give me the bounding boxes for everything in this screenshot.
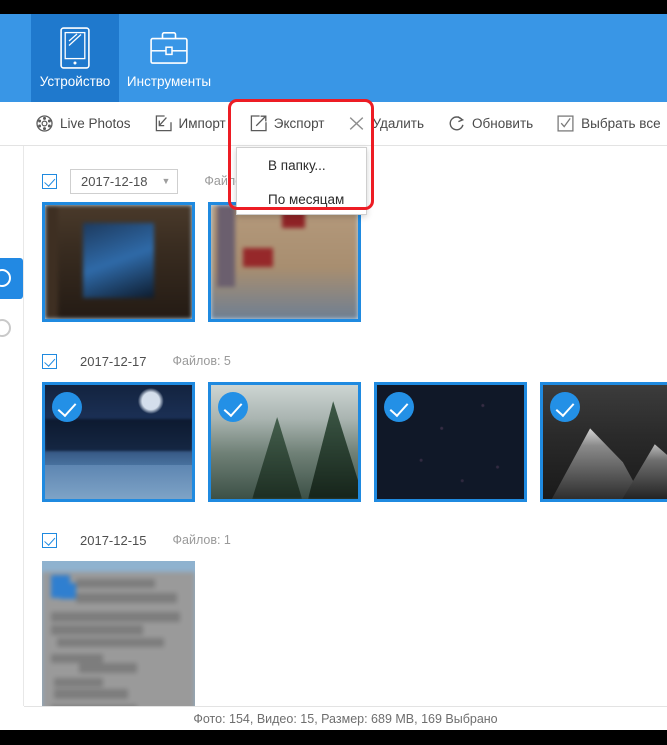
photo-browser: 2017-12-18 ▼ Файлов: 2 2017-12-17 Файлов… (24, 146, 667, 706)
thumbnail-row (24, 382, 667, 502)
statusbar-left-pad (0, 706, 24, 730)
thumbnail-row (24, 202, 667, 322)
group-header: 2017-12-15 Файлов: 1 (24, 529, 667, 551)
checkbox-icon (557, 115, 574, 132)
group-header: 2017-12-17 Файлов: 5 (24, 350, 667, 372)
toolbar-import-label: Импорт (178, 116, 226, 131)
group-checkbox-2017-12-15[interactable] (42, 532, 57, 548)
toolbar-live-photos[interactable]: Live Photos (36, 115, 131, 132)
group-date-label: 2017-12-15 (80, 532, 147, 548)
toolbar-delete-label: Удалить (372, 116, 425, 131)
sidebar-rail (0, 146, 24, 706)
selected-check-badge[interactable] (218, 392, 248, 422)
thumbnail-box[interactable] (208, 202, 361, 322)
toolbar-select-all[interactable]: Выбрать все (557, 115, 661, 132)
sidebar-icon-secondary (0, 319, 11, 337)
toolbar-refresh[interactable]: Обновить (448, 115, 533, 132)
thumbnail-image (42, 561, 195, 706)
toolbar-import[interactable]: Импорт (155, 115, 226, 132)
tab-tools-label: Инструменты (126, 74, 212, 89)
thumbnail-night-sky[interactable] (374, 382, 527, 502)
export-arrow-icon (250, 115, 267, 132)
menu-item-by-months[interactable]: По месяцам (237, 182, 366, 216)
refresh-icon (448, 115, 465, 132)
import-arrow-icon (155, 115, 172, 132)
selected-check-badge[interactable] (550, 392, 580, 422)
toolbar-export-label: Экспорт (273, 116, 325, 131)
menu-item-to-folder[interactable]: В папку... (237, 148, 366, 182)
group-date-dropdown-2017-12-18[interactable]: 2017-12-18 ▼ (70, 168, 179, 194)
group-checkbox-2017-12-18[interactable] (42, 173, 57, 189)
thumbnail-image (45, 205, 192, 319)
main-toolbar: Live Photos Импорт Экспорт Удалить Обнов… (0, 102, 667, 146)
thumbnail-image (211, 205, 358, 319)
ribbon-tabs: Устройство Инструменты (31, 14, 219, 102)
briefcase-icon (150, 25, 188, 71)
tablet-icon (60, 25, 90, 71)
thumbnail-foggy-forest[interactable] (208, 382, 361, 502)
menu-item-label: По месяцам (268, 191, 345, 207)
tab-device-label: Устройство (39, 74, 111, 89)
thumbnail-winter-night[interactable] (42, 382, 195, 502)
group-files-count: Файлов: 5 (172, 354, 231, 368)
toolbar-live-photos-label: Live Photos (60, 116, 131, 131)
live-photos-icon (36, 115, 53, 132)
thumbnail-document[interactable] (42, 561, 195, 706)
menu-item-label: В папку... (268, 157, 326, 173)
toolbar-export[interactable]: Экспорт (250, 115, 325, 132)
thumbnail-row (24, 561, 667, 706)
selected-check-badge[interactable] (52, 392, 82, 422)
thumbnail-shelf[interactable] (42, 202, 195, 322)
group-checkbox-2017-12-17[interactable] (42, 353, 57, 369)
tab-device[interactable]: Устройство (31, 14, 119, 102)
close-x-icon (348, 115, 365, 132)
group-files-count: Файлов: 1 (172, 533, 231, 547)
app-window: Устройство Инструменты Live Photos Импор… (0, 14, 667, 730)
statusbar-text: Фото: 154, Видео: 15, Размер: 689 MB, 16… (193, 712, 498, 726)
selected-check-badge[interactable] (384, 392, 414, 422)
toolbar-delete[interactable]: Удалить (348, 115, 424, 132)
tab-tools[interactable]: Инструменты (119, 14, 219, 102)
chevron-down-icon: ▼ (161, 176, 171, 186)
toolbar-refresh-label: Обновить (472, 116, 534, 131)
toolbar-select-all-label: Выбрать все (581, 116, 661, 131)
group-date-label: 2017-12-17 (80, 353, 147, 369)
thumbnail-mountain[interactable] (540, 382, 667, 502)
export-dropdown-menu: В папку... По месяцам (236, 147, 367, 215)
statusbar: Фото: 154, Видео: 15, Размер: 689 MB, 16… (24, 706, 667, 730)
app-header: Устройство Инструменты (0, 14, 667, 102)
group-date-label: 2017-12-18 (81, 173, 148, 189)
